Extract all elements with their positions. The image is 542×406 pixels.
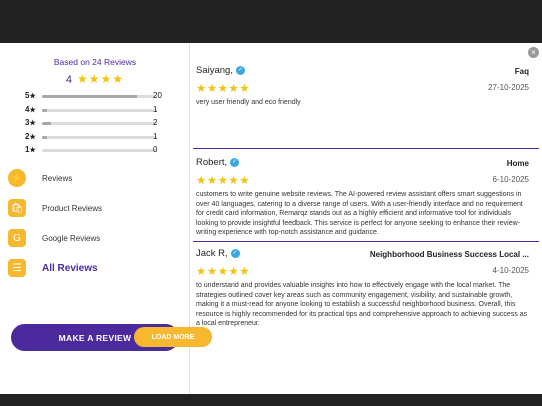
reviewer-name: Robert, ✓ bbox=[196, 157, 240, 168]
rating-distribution: 5★ 20 4★ 1 3★ 2 2★ 1 1★ 0 bbox=[25, 90, 165, 158]
rating-bar-track bbox=[42, 135, 157, 139]
rating-row-4[interactable]: 4★ 1 bbox=[25, 104, 165, 118]
star-icon: ★ bbox=[29, 106, 36, 114]
review-list: Saiyang, ✓ Faq ★★★★★ 27-10-2025 very user… bbox=[193, 59, 539, 342]
menu-item-all-reviews[interactable]: ☰ All Reviews bbox=[8, 253, 183, 283]
review-card: Jack R, ✓ Neighborhood Business Success L… bbox=[193, 242, 539, 342]
reviewer-name: Saiyang, ✓ bbox=[196, 65, 245, 76]
menu-item-product-reviews[interactable]: 🛍 Product Reviews bbox=[8, 193, 183, 223]
review-text: very user friendly and eco friendly bbox=[196, 99, 301, 106]
star-icon: ★ bbox=[29, 147, 36, 154]
rating-bar-fill bbox=[42, 95, 138, 98]
average-rating: 4 ★★★★ bbox=[0, 72, 190, 86]
review-card: Robert, ✓ Home ★★★★★ 6-10-2025 customers … bbox=[193, 151, 539, 242]
star-icon: ★ bbox=[29, 133, 36, 141]
menu-item-label: All Reviews bbox=[42, 262, 98, 274]
verified-icon: ✓ bbox=[230, 249, 240, 258]
rating-bar-fill bbox=[42, 135, 47, 139]
menu-item-label: Reviews bbox=[42, 173, 73, 183]
rating-bar-track bbox=[42, 122, 157, 125]
rating-label: 3★ bbox=[25, 118, 36, 127]
rating-count: 1 bbox=[153, 104, 158, 114]
review-date: 4-10-2025 bbox=[492, 266, 529, 275]
rating-label: 4★ bbox=[25, 104, 36, 114]
review-source[interactable]: Home bbox=[507, 159, 529, 168]
rating-row-5[interactable]: 5★ 20 bbox=[25, 90, 165, 104]
reviews-count-text: Based on 24 Reviews bbox=[53, 57, 137, 67]
average-rating-value: 4 bbox=[65, 74, 73, 86]
rating-label: 1★ bbox=[25, 145, 36, 154]
review-date: 27-10-2025 bbox=[488, 83, 529, 92]
close-icon[interactable]: × bbox=[528, 47, 539, 58]
average-rating-stars: ★★★★ bbox=[77, 72, 125, 86]
rating-label: 5★ bbox=[25, 91, 36, 100]
load-more-button[interactable]: LOAD MORE bbox=[134, 327, 212, 347]
rating-count: 0 bbox=[153, 145, 158, 154]
google-icon: G bbox=[8, 229, 26, 247]
review-stars: ★★★★★ bbox=[196, 175, 251, 187]
rating-count: 1 bbox=[153, 131, 158, 141]
review-text: to understand and provides valuable insi… bbox=[196, 282, 528, 327]
review-stars: ★★★★★ bbox=[196, 83, 251, 95]
lightning-icon: ⚡ bbox=[8, 169, 26, 187]
menu-item-label: Google Reviews bbox=[42, 233, 101, 243]
review-stars: ★★★★★ bbox=[196, 266, 251, 278]
review-text: customers to write genuine website revie… bbox=[196, 191, 523, 236]
review-source[interactable]: Faq bbox=[515, 67, 529, 76]
rating-bar-track bbox=[42, 108, 157, 112]
rating-bar-fill bbox=[42, 122, 52, 125]
review-type-menu: ⚡ Reviews 🛍 Product Reviews G Google Rev… bbox=[8, 163, 183, 283]
reviewer-name: Jack R, ✓ bbox=[196, 248, 240, 259]
rating-bar-track bbox=[42, 95, 157, 98]
review-card: Saiyang, ✓ Faq ★★★★★ 27-10-2025 very user… bbox=[193, 59, 539, 149]
rating-bar-track bbox=[42, 149, 157, 152]
star-icon: ★ bbox=[29, 93, 36, 100]
review-date: 6-10-2025 bbox=[492, 175, 529, 184]
rating-count: 20 bbox=[153, 91, 162, 100]
star-icon: ★ bbox=[29, 120, 36, 127]
rating-bar-fill bbox=[42, 108, 47, 112]
shopping-bag-icon: 🛍 bbox=[8, 199, 26, 217]
rating-label: 2★ bbox=[25, 131, 36, 141]
rating-row-3[interactable]: 3★ 2 bbox=[25, 117, 165, 131]
all-reviews-icon: ☰ bbox=[8, 259, 26, 277]
menu-item-label: Product Reviews bbox=[42, 203, 103, 213]
menu-item-reviews[interactable]: ⚡ Reviews bbox=[8, 163, 183, 193]
verified-icon: ✓ bbox=[230, 158, 240, 167]
rating-row-1[interactable]: 1★ 0 bbox=[25, 144, 165, 158]
reviews-modal: Based on 24 Reviews 4 ★★★★ 5★ 20 4★ 1 3★ … bbox=[0, 43, 542, 394]
rating-row-2[interactable]: 2★ 1 bbox=[25, 131, 165, 145]
verified-icon: ✓ bbox=[235, 66, 245, 75]
rating-count: 2 bbox=[153, 118, 158, 127]
review-source[interactable]: Neighborhood Business Success Local ... bbox=[370, 250, 529, 259]
menu-item-google-reviews[interactable]: G Google Reviews bbox=[8, 223, 183, 253]
